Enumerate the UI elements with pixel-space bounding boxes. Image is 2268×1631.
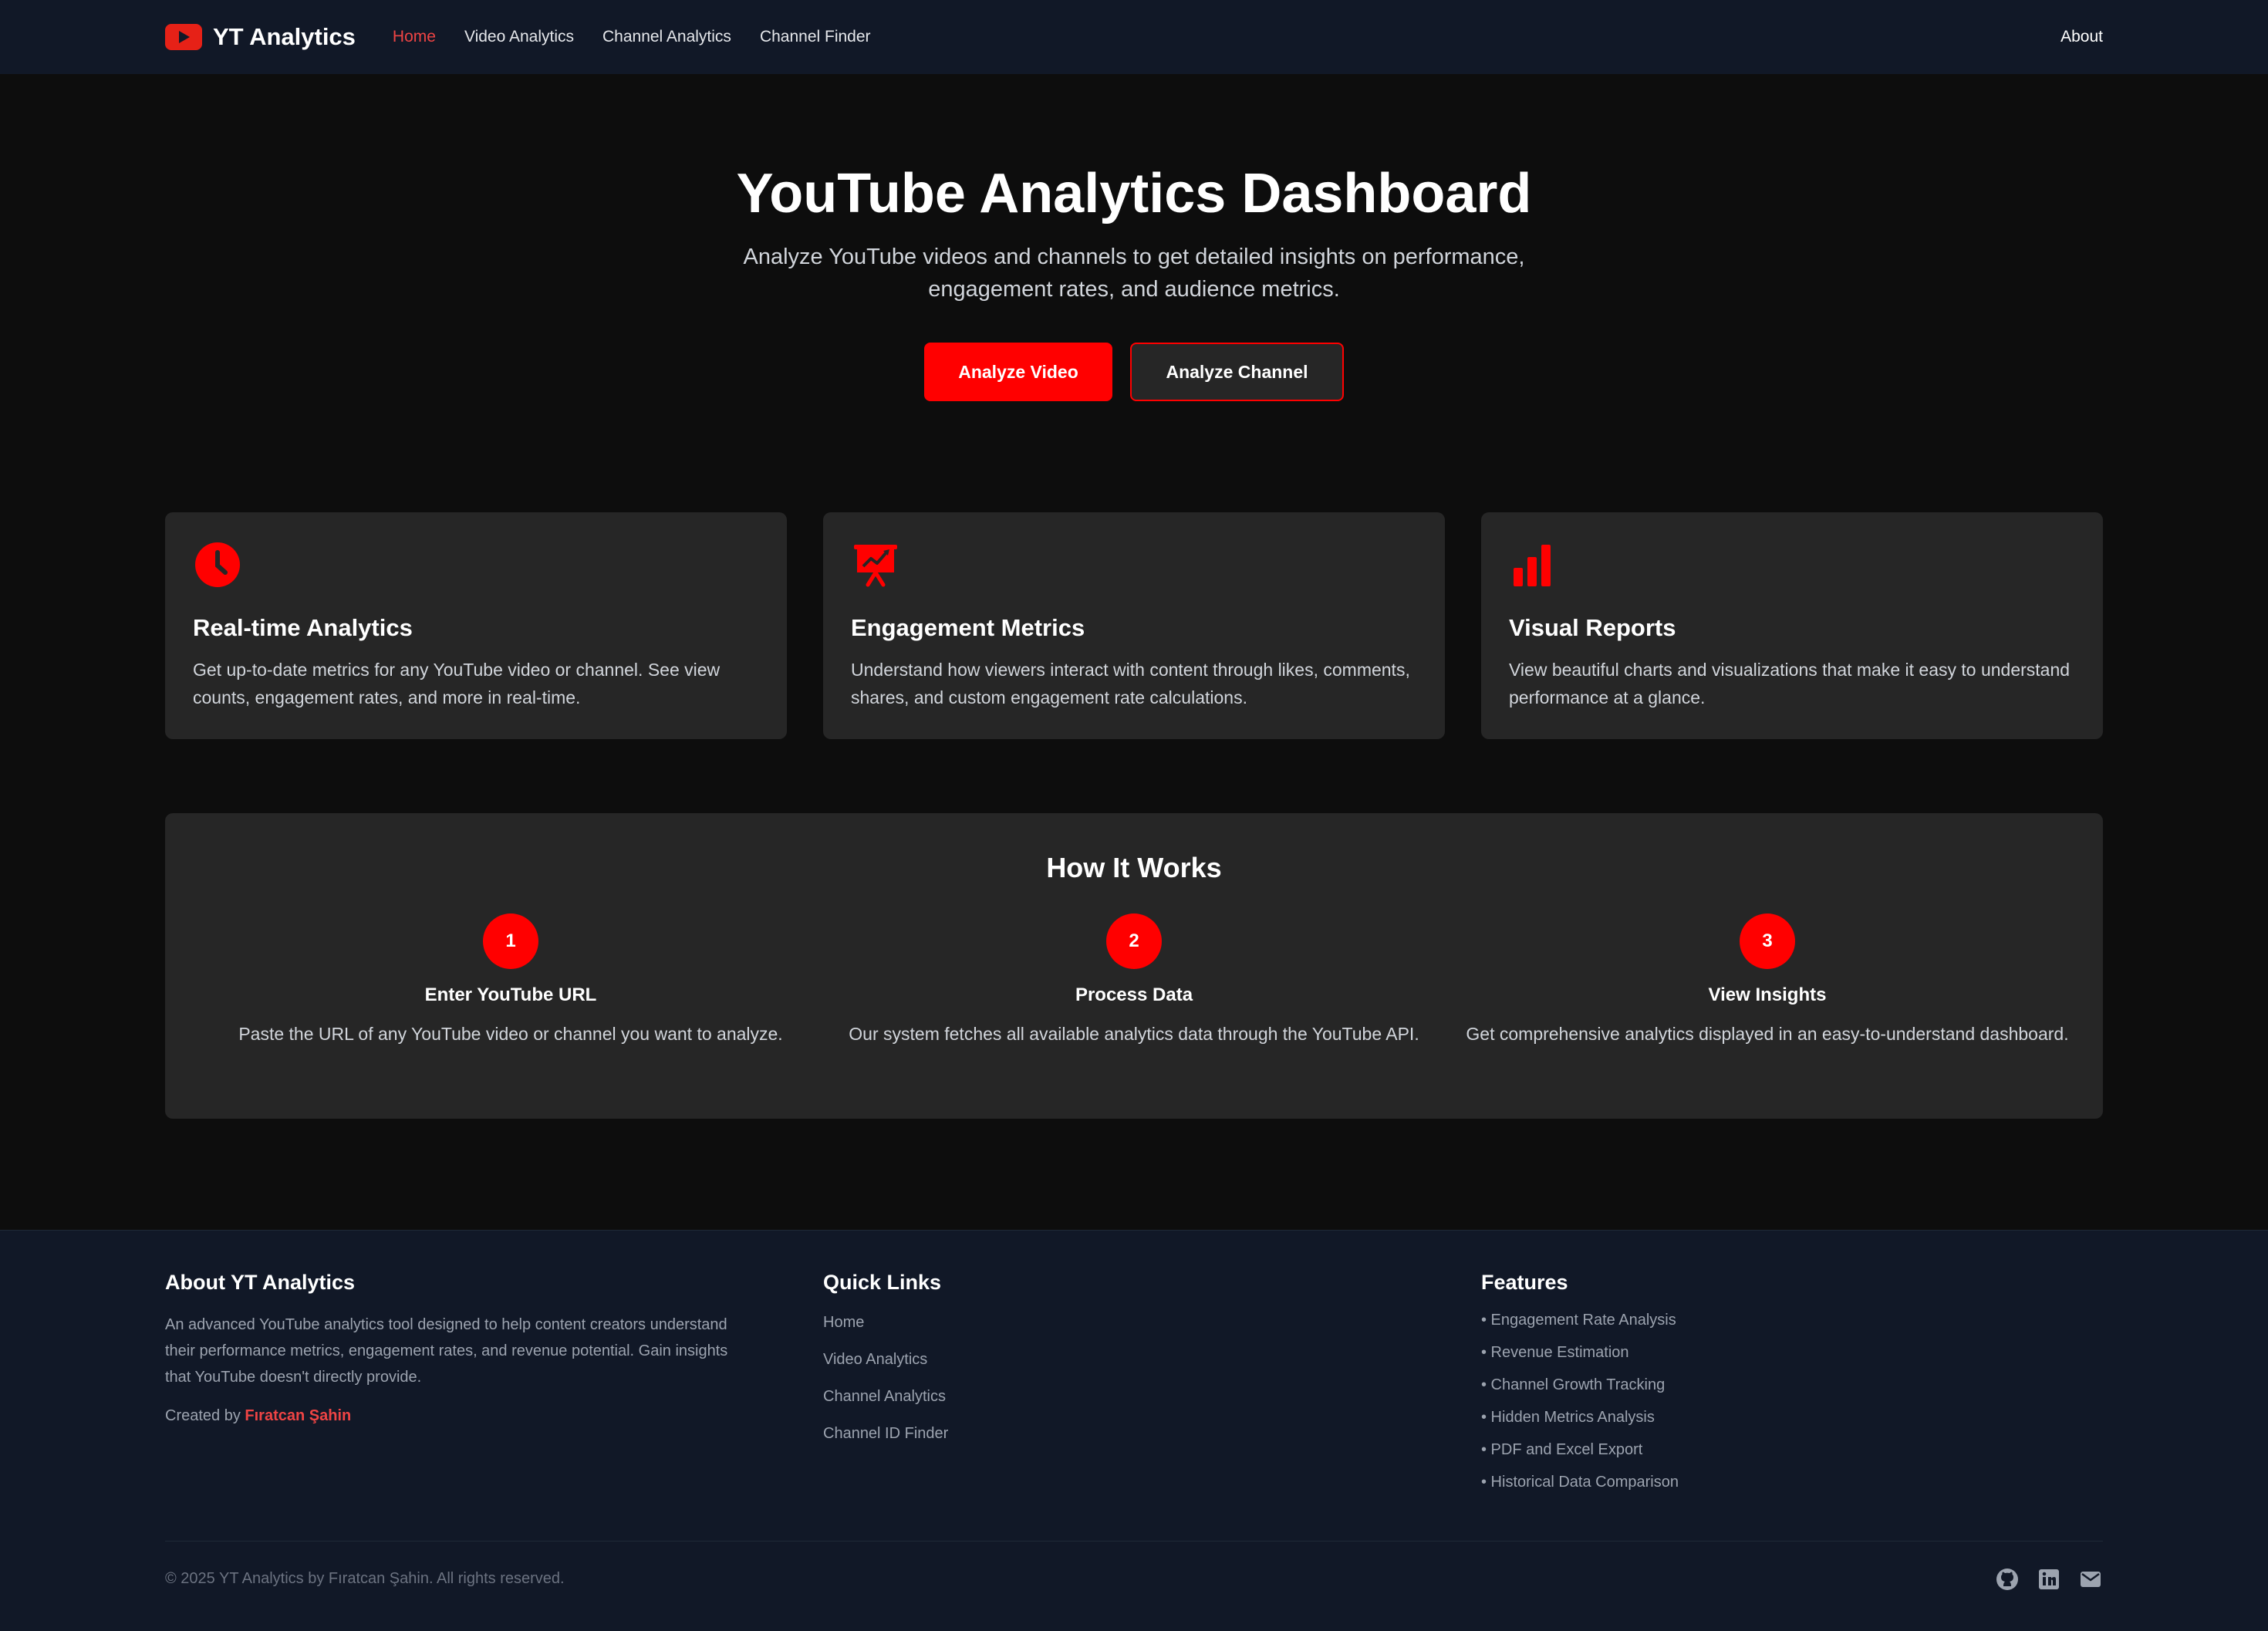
footer-quick-links-column: Quick Links Home Video Analytics Channel… xyxy=(823,1271,948,1452)
feature-title: Real-time Analytics xyxy=(193,614,413,641)
feature-description: Get up-to-date metrics for any YouTube v… xyxy=(193,660,721,707)
nav-link-channel-finder[interactable]: Channel Finder xyxy=(760,28,871,46)
footer-link-channel-id-finder[interactable]: Channel ID Finder xyxy=(823,1415,948,1452)
footer-feature-item: • Engagement Rate Analysis xyxy=(1481,1312,1676,1329)
nav-link-home[interactable]: Home xyxy=(393,28,436,46)
footer-feature-item: • Channel Growth Tracking xyxy=(1481,1376,1666,1393)
feature-card-realtime: Real-time Analytics Get up-to-date metri… xyxy=(165,512,787,739)
step-number-badge: 3 xyxy=(1740,913,1795,969)
footer-link-home[interactable]: Home xyxy=(823,1304,948,1341)
copyright: © 2025 YT Analytics by Fıratcan Şahin. A… xyxy=(165,1570,565,1587)
chart-presentation-icon xyxy=(852,542,899,588)
nav-link-video-analytics[interactable]: Video Analytics xyxy=(464,28,574,46)
step-title: Process Data xyxy=(1075,984,1193,1005)
analyze-channel-button[interactable]: Analyze Channel xyxy=(1130,343,1344,401)
nav-link-about[interactable]: About xyxy=(2060,28,2103,46)
nav-link-channel-analytics[interactable]: Channel Analytics xyxy=(602,28,731,46)
footer-features-column: Features • Engagement Rate Analysis • Re… xyxy=(1481,1271,1679,1498)
clock-icon xyxy=(194,542,241,588)
footer-feature-item: • Hidden Metrics Analysis xyxy=(1481,1409,1655,1426)
step-description: Paste the URL of any YouTube video or ch… xyxy=(238,1024,783,1044)
footer-about-column: About YT Analytics An advanced YouTube a… xyxy=(165,1271,751,1425)
feature-title: Engagement Metrics xyxy=(851,614,1085,641)
brand-logo[interactable]: YT Analytics xyxy=(165,23,356,51)
footer-credit: Created by Fıratcan Şahin xyxy=(165,1407,751,1425)
brand-name: YT Analytics xyxy=(213,23,356,50)
feature-card-engagement: Engagement Metrics Understand how viewer… xyxy=(823,512,1445,739)
step-description: Get comprehensive analytics displayed in… xyxy=(1466,1024,2069,1044)
bar-chart-icon xyxy=(1510,542,1557,588)
footer-link-channel-analytics[interactable]: Channel Analytics xyxy=(823,1378,948,1415)
footer-link-video-analytics[interactable]: Video Analytics xyxy=(823,1341,948,1378)
navbar: YT Analytics Home Video Analytics Channe… xyxy=(0,0,2268,74)
youtube-play-icon xyxy=(165,24,202,50)
footer-features-title: Features xyxy=(1481,1271,1568,1294)
footer-about-title: About YT Analytics xyxy=(165,1271,356,1294)
how-it-works-section: How It Works 1 Enter YouTube URL Paste t… xyxy=(165,813,2103,1119)
footer-divider xyxy=(165,1541,2103,1542)
email-icon[interactable] xyxy=(2078,1567,2103,1592)
hero-title: YouTube Analytics Dashboard xyxy=(736,163,1532,225)
step-number-badge: 1 xyxy=(483,913,538,969)
social-links xyxy=(1978,1567,2103,1592)
feature-description: View beautiful charts and visualizations… xyxy=(1509,660,2071,707)
footer-quick-links-title: Quick Links xyxy=(823,1271,942,1294)
author-link[interactable]: Fıratcan Şahin xyxy=(245,1407,351,1424)
step-title: Enter YouTube URL xyxy=(424,984,597,1005)
feature-title: Visual Reports xyxy=(1509,614,1676,641)
feature-card-visual: Visual Reports View beautiful charts and… xyxy=(1481,512,2103,739)
linkedin-icon[interactable] xyxy=(2037,1567,2061,1592)
feature-description: Understand how viewers interact with con… xyxy=(851,660,1410,707)
step-description: Our system fetches all available analyti… xyxy=(849,1024,1419,1044)
step-title: View Insights xyxy=(1708,984,1827,1005)
github-icon[interactable] xyxy=(1995,1567,2020,1592)
analyze-video-button[interactable]: Analyze Video xyxy=(924,343,1112,401)
footer-feature-item: • Revenue Estimation xyxy=(1481,1344,1629,1361)
step-2: 2 Process Data Our system fetches all av… xyxy=(818,913,1450,1048)
footer: About YT Analytics An advanced YouTube a… xyxy=(0,1230,2268,1631)
step-number-badge: 2 xyxy=(1106,913,1162,969)
footer-feature-item: • PDF and Excel Export xyxy=(1481,1441,1643,1458)
step-1: 1 Enter YouTube URL Paste the URL of any… xyxy=(194,913,827,1048)
step-3: 3 View Insights Get comprehensive analyt… xyxy=(1451,913,2084,1048)
footer-about-text: An advanced YouTube analytics tool desig… xyxy=(165,1316,728,1386)
created-by-label: Created by xyxy=(165,1407,241,1424)
hero-subtitle: Analyze YouTube videos and channels to g… xyxy=(743,245,1525,302)
section-title: How It Works xyxy=(1046,852,1222,883)
footer-feature-item: • Historical Data Comparison xyxy=(1481,1474,1679,1491)
